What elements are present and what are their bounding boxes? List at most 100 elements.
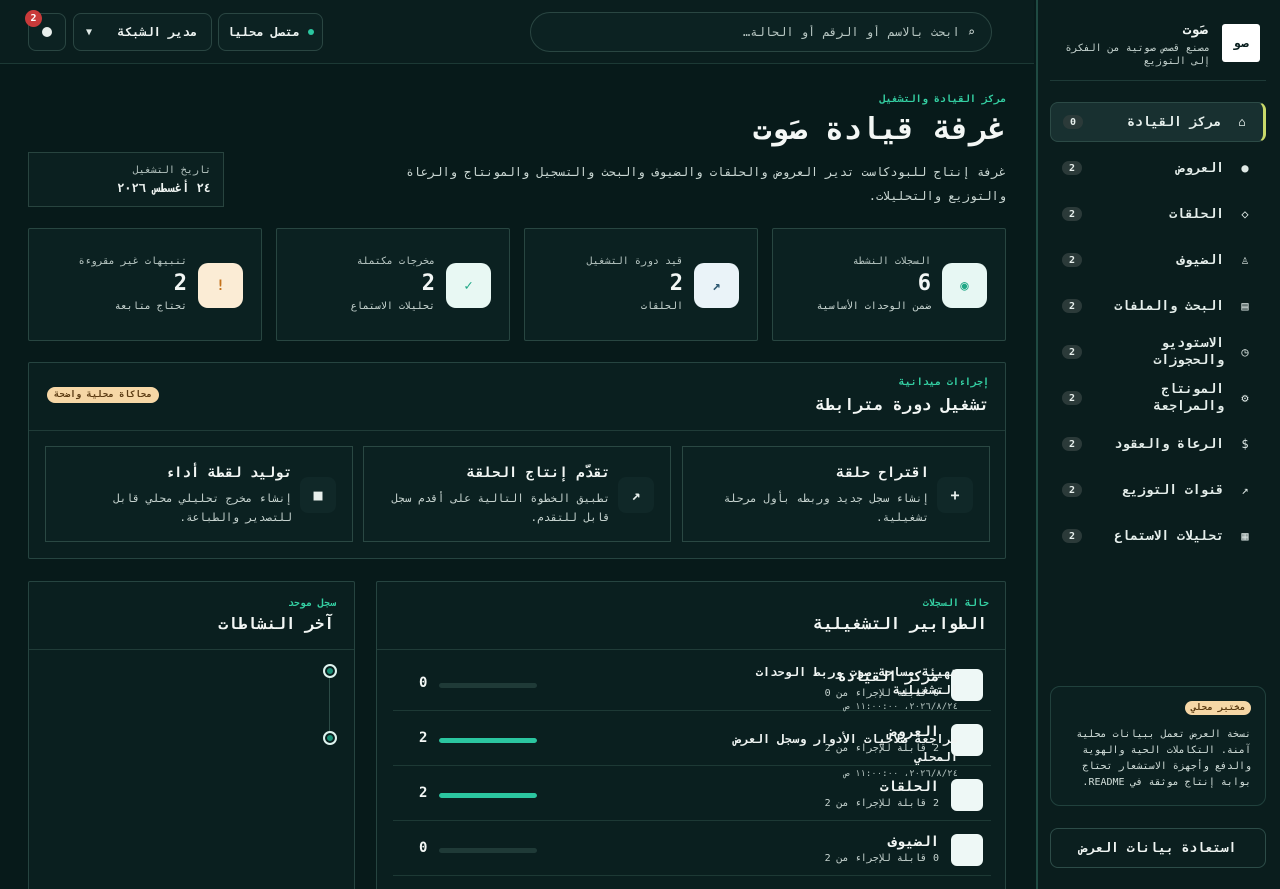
procedures-eyebrow: إجراءات ميدانية: [898, 377, 989, 388]
role-select[interactable]: مدير الشبكة ▼: [73, 13, 212, 51]
brand-tagline: مصنع قصص صوتية من الفكرة إلى التوزيع: [1065, 43, 1211, 67]
online-dot-icon: [307, 29, 314, 35]
restore-demo-data-button[interactable]: استعادة بيانات العرض: [1050, 828, 1266, 868]
diamond-icon: ◇: [1241, 207, 1249, 221]
count-badge: 2: [1062, 529, 1082, 543]
activity-panel: سجل موحد آخر النشاطات: [28, 581, 355, 889]
queue-progress-bar: [439, 848, 537, 853]
brand-name: صَوت: [1182, 22, 1208, 38]
search-icon: ⌕: [967, 25, 975, 39]
count-badge: 2: [1062, 207, 1082, 221]
activity-item-time: ٢٠٢٦/٨/٢٤، ١١:٠٠:٠٠ ص: [844, 702, 958, 712]
arrow-up-right-icon: ↗: [618, 477, 654, 513]
action-description: إنشاء مخرج تحليلي محلي قابل للتصدير والط…: [113, 492, 292, 524]
queue-name: الضيوف: [888, 834, 939, 850]
activity-item-time: ٢٠٢٦/٨/٢٤، ١١:٠٠:٠٠ ص: [844, 769, 958, 779]
queues-title: الطوابير التشغيلية: [813, 614, 987, 633]
sidebar-item-label: الاستوديو والحجوزات: [1153, 336, 1224, 368]
operation-date-value: ٢٤ أغسطس ٢٠٢٦: [117, 181, 211, 195]
gear-icon: ⚙: [1241, 391, 1249, 405]
sidebar-nav: ⌂ مركز القيادة 0 ● العروض 2 ◇ الحلقات 2 …: [1050, 102, 1266, 562]
queues-eyebrow: حالة السجلات: [922, 598, 989, 609]
stat-card-active-records: ◉ السجلات النشطة 6 ضمن الوحدات الأساسية: [772, 228, 1006, 341]
queue-row[interactable]: الضيوف 0 قابلة للإجراء من 2 0: [393, 821, 991, 876]
sidebar-item-label: الرعاة والعقود: [1114, 436, 1224, 452]
divider: [1050, 80, 1266, 81]
operation-date-label: تاريخ التشغيل: [132, 165, 211, 176]
sidebar-item-editing[interactable]: ⚙ المونتاج والمراجعة 2: [1050, 378, 1266, 418]
sidebar-item-distribution[interactable]: ↗ قنوات التوزيع 2: [1050, 470, 1266, 510]
sidebar-item-shows[interactable]: ● العروض 2: [1050, 148, 1266, 188]
stat-value: 6: [917, 271, 931, 296]
clock-icon: ◷: [1241, 345, 1249, 359]
divider: [377, 649, 1005, 650]
queue-count: 2: [419, 785, 428, 801]
notification-count-badge: 2: [25, 10, 42, 27]
divider: [29, 430, 1005, 431]
sidebar-item-analytics[interactable]: ▦ تحليلات الاستماع 2: [1050, 516, 1266, 556]
advance-episode-action[interactable]: ↗ تقدّم إنتاج الحلقة تطبيق الخطوة التالي…: [363, 446, 671, 542]
timeline-line: [329, 670, 330, 740]
plus-icon: +: [937, 477, 973, 513]
operation-date-card: تاريخ التشغيل ٢٤ أغسطس ٢٠٢٦: [28, 152, 224, 207]
queue-icon: [951, 779, 983, 811]
queue-progress-bar: [439, 738, 537, 743]
arrow-up-right-icon: ↗: [1241, 483, 1249, 497]
sidebar-item-research[interactable]: ▤ البحث والملفات 2: [1050, 286, 1266, 326]
queue-count: 0: [419, 840, 428, 856]
search-input[interactable]: [559, 25, 960, 39]
queue-subtitle: 2 قابلة للإجراء من 2: [824, 798, 939, 809]
bell-icon: [42, 27, 52, 37]
timeline-dot-icon: [323, 731, 337, 745]
action-description: تطبيق الخطوة التالية على أقدم سجل قابل ل…: [391, 492, 610, 524]
stat-label: السجلات النشطة: [852, 256, 931, 267]
simulation-badge: محاكاة محلية واضحة: [47, 387, 159, 403]
sidebar-item-episodes[interactable]: ◇ الحلقات 2: [1050, 194, 1266, 234]
stat-card-in-cycle: ↗ قيد دورة التشغيل 2 الحلقات: [524, 228, 758, 341]
activity-item-title[interactable]: تهيئة مساحة صوت وربط الوحدات التشغيلية: [708, 663, 958, 699]
search-box[interactable]: ⌕: [530, 12, 992, 52]
trend-arrow-icon: ↗: [694, 263, 739, 308]
stat-value: 2: [421, 271, 435, 296]
sidebar-item-sponsors[interactable]: $ الرعاة والعقود 2: [1050, 424, 1266, 464]
action-title: توليد لقطة أداء: [165, 465, 292, 481]
stat-hint: تحتاج متابعة: [114, 301, 187, 312]
page-title: غرفة قيادة صَوت: [753, 112, 1006, 147]
stat-label: مخرجات مكتملة: [356, 256, 435, 267]
action-title: اقتراح حلقة: [836, 465, 929, 481]
files-icon: ▤: [1241, 299, 1249, 313]
sidebar-item-label: البحث والملفات: [1114, 298, 1224, 314]
count-badge: 0: [1063, 115, 1083, 129]
stat-card-completed: ✓ مخرجات مكتملة 2 تحليلات الاستماع: [276, 228, 510, 341]
generate-snapshot-action[interactable]: ■ توليد لقطة أداء إنشاء مخرج تحليلي محلي…: [45, 446, 353, 542]
sidebar-item-label: العروض: [1177, 160, 1224, 176]
role-select-value: مدير الشبكة: [117, 25, 197, 39]
sidebar-item-studio[interactable]: ◷ الاستوديو والحجوزات 2: [1050, 332, 1266, 372]
activity-eyebrow: سجل موحد: [287, 598, 336, 609]
notifications-button[interactable]: 2: [25, 10, 66, 51]
brand[interactable]: صو صَوت مصنع قصص صوتية من الفكرة إلى الت…: [1050, 22, 1266, 67]
sidebar-item-command-center[interactable]: ⌂ مركز القيادة 0: [1050, 102, 1266, 142]
stat-value: 2: [669, 271, 683, 296]
queue-progress-fill: [439, 738, 537, 743]
queue-progress-fill: [439, 793, 537, 798]
chart-icon: ▦: [1241, 529, 1249, 543]
activity-item-title[interactable]: مراجعة صلاحيات الأدوار وسجل العرض المحلي: [708, 730, 958, 766]
sidebar-item-label: قنوات التوزيع: [1122, 482, 1224, 498]
timeline-dot-icon: [323, 664, 337, 678]
count-badge: 2: [1062, 345, 1082, 359]
action-description: إنشاء سجل جديد وربطه بأول مرحلة تشغيلية.: [723, 492, 929, 524]
count-badge: 2: [1062, 161, 1082, 175]
count-badge: 2: [1062, 437, 1082, 451]
page-description: غرفة إنتاج للبودكاست تدير العروض والحلقا…: [406, 165, 1006, 203]
sidebar-item-guests[interactable]: ♙ الضيوف 2: [1050, 240, 1266, 280]
propose-episode-action[interactable]: + اقتراح حلقة إنشاء سجل جديد وربطه بأول …: [682, 446, 990, 542]
stat-label: قيد دورة التشغيل: [586, 256, 683, 267]
connection-status-button[interactable]: متصل محليا: [218, 13, 323, 51]
queue-progress-bar: [439, 683, 537, 688]
lab-badge: مختبر محلي: [1184, 701, 1251, 715]
record-icon: ◉: [942, 263, 987, 308]
count-badge: 2: [1062, 299, 1082, 313]
sidebar: صو صَوت مصنع قصص صوتية من الفكرة إلى الت…: [1036, 0, 1280, 889]
sidebar-item-label: الضيوف: [1177, 252, 1224, 268]
